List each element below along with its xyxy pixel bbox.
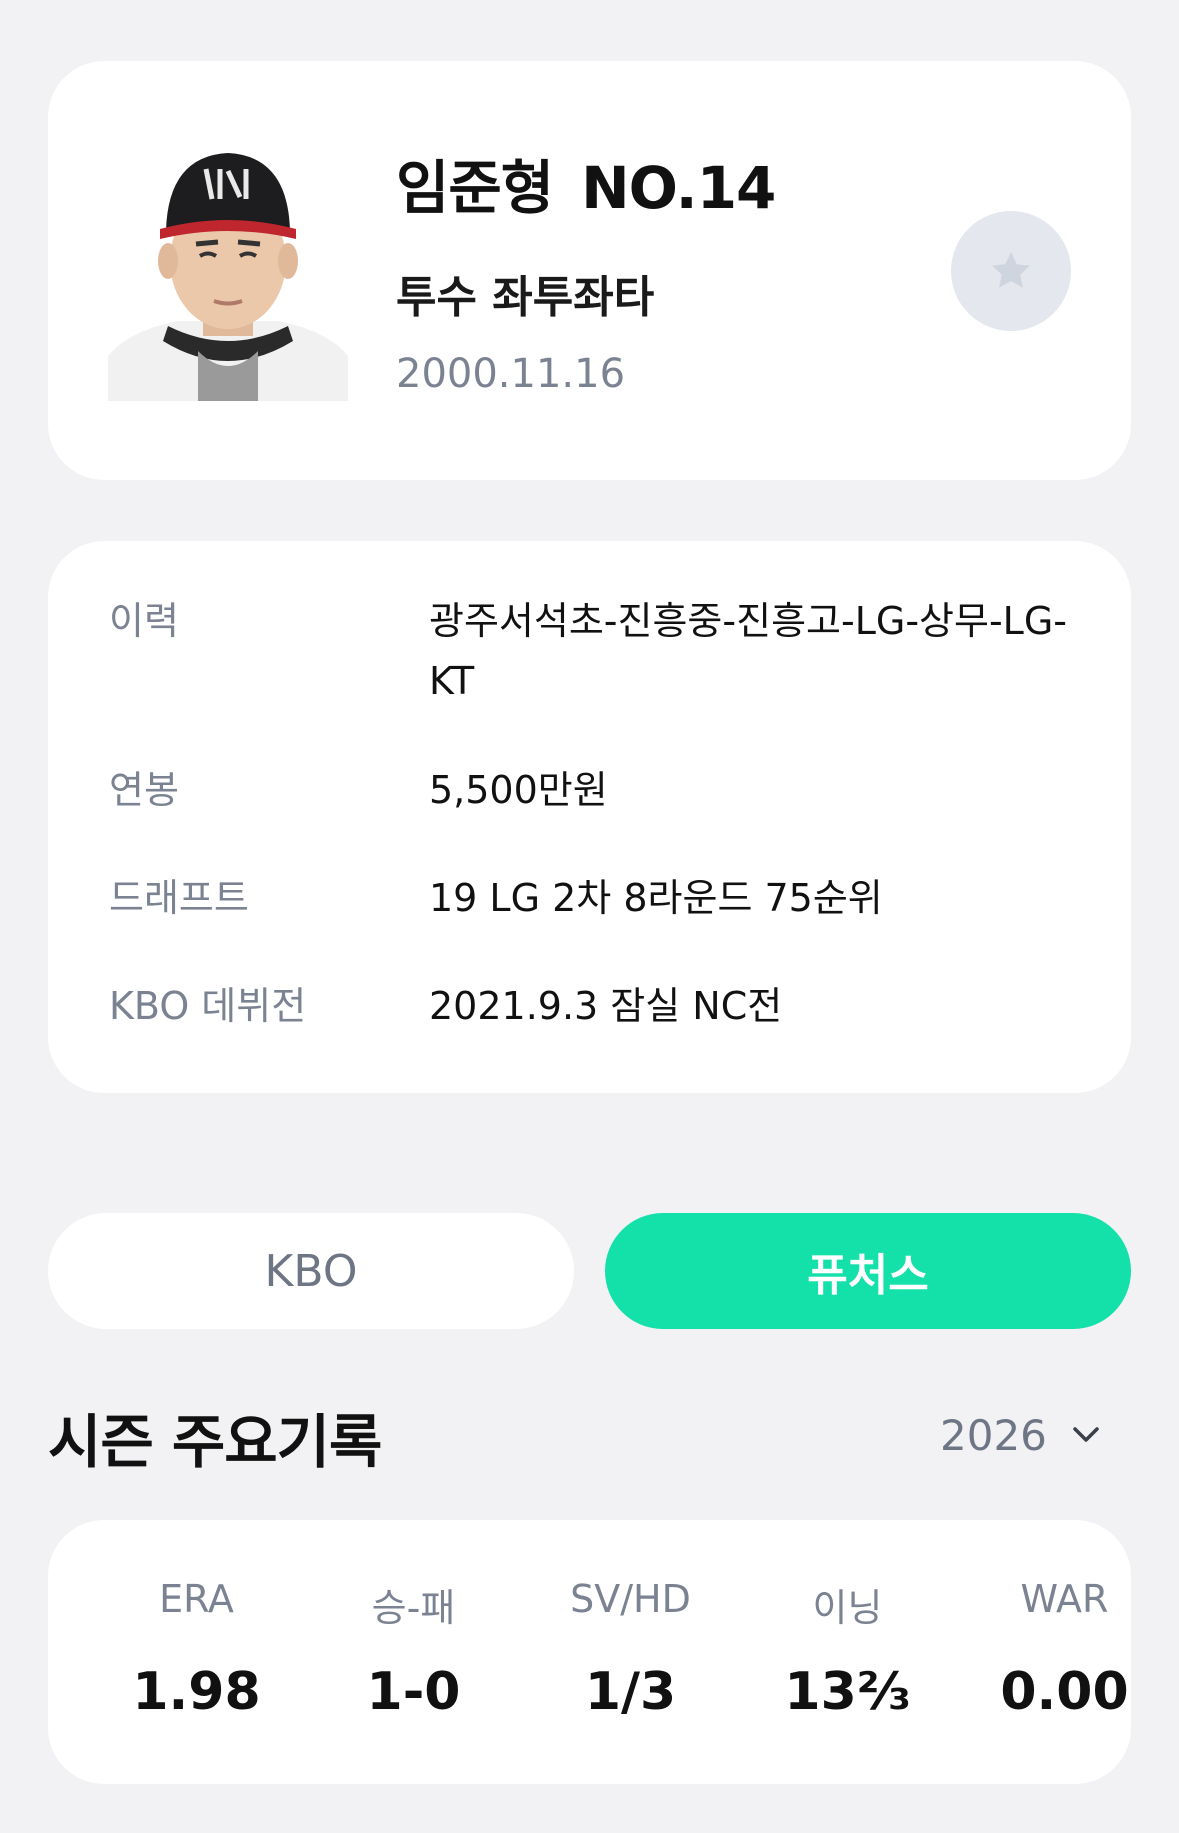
info-value: 광주서석초-진흥중-진흥고-LG-상무-LG-KT <box>429 599 1067 703</box>
info-value: 2021.9.3 잠실 NC전 <box>429 984 783 1028</box>
player-name: 임준형 NO.14 <box>396 141 776 225</box>
stat-value: 1-0 <box>366 1662 461 1722</box>
star-icon <box>992 252 1030 288</box>
stat-value: 13⅔ <box>784 1662 911 1722</box>
season-stats-card: ERA 1.98 승-패 1-0 SV/HD 1/3 이닝 13⅔ WAR 0.… <box>48 1520 1131 1784</box>
year-select[interactable]: 2026 <box>940 1405 1101 1465</box>
chevron-down-icon <box>1073 1427 1099 1442</box>
info-value: 5,500만원 <box>429 768 608 812</box>
stat-label: 승-패 <box>371 1586 456 1630</box>
player-photo <box>108 141 348 401</box>
stat-value: 1/3 <box>584 1662 677 1722</box>
stat-label: WAR <box>1020 1577 1109 1621</box>
profile-card: 임준형 NO.14 투수 좌투좌타 2000.11.16 <box>48 61 1131 480</box>
tab-futures[interactable]: 퓨처스 <box>605 1213 1131 1329</box>
favorite-button[interactable] <box>951 211 1071 331</box>
player-number: NO.14 <box>581 154 776 222</box>
player-name-text: 임준형 <box>396 154 554 222</box>
stat-label: ERA <box>159 1577 234 1621</box>
info-label: 이력 <box>109 599 179 643</box>
season-records-title: 시즌 주요기록 <box>48 1408 382 1476</box>
info-label: 드래프트 <box>109 876 249 920</box>
stat-value: 1.98 <box>132 1662 261 1722</box>
tab-kbo[interactable]: KBO <box>48 1213 574 1329</box>
info-value: 19 LG 2차 8라운드 75순위 <box>429 876 883 920</box>
player-position: 투수 좌투좌타 <box>396 272 655 323</box>
info-label: 연봉 <box>109 768 179 812</box>
player-birth-date: 2000.11.16 <box>396 351 626 397</box>
stat-era: ERA 1.98 <box>88 1520 305 1784</box>
year-select-value: 2026 <box>940 1410 1047 1460</box>
stat-label: 이닝 <box>812 1586 883 1630</box>
stat-save-hold: SV/HD 1/3 <box>522 1520 739 1784</box>
stat-value: 0.00 <box>1000 1662 1129 1722</box>
stat-win-loss: 승-패 1-0 <box>305 1520 522 1784</box>
info-label: KBO 데뷔전 <box>109 984 307 1028</box>
stat-label: SV/HD <box>570 1577 691 1621</box>
stat-innings: 이닝 13⅔ <box>739 1520 956 1784</box>
stat-war: WAR 0.00 <box>956 1520 1173 1784</box>
player-info-card: 이력 광주서석초-진흥중-진흥고-LG-상무-LG-KT 연봉 5,500만원 … <box>48 541 1131 1093</box>
